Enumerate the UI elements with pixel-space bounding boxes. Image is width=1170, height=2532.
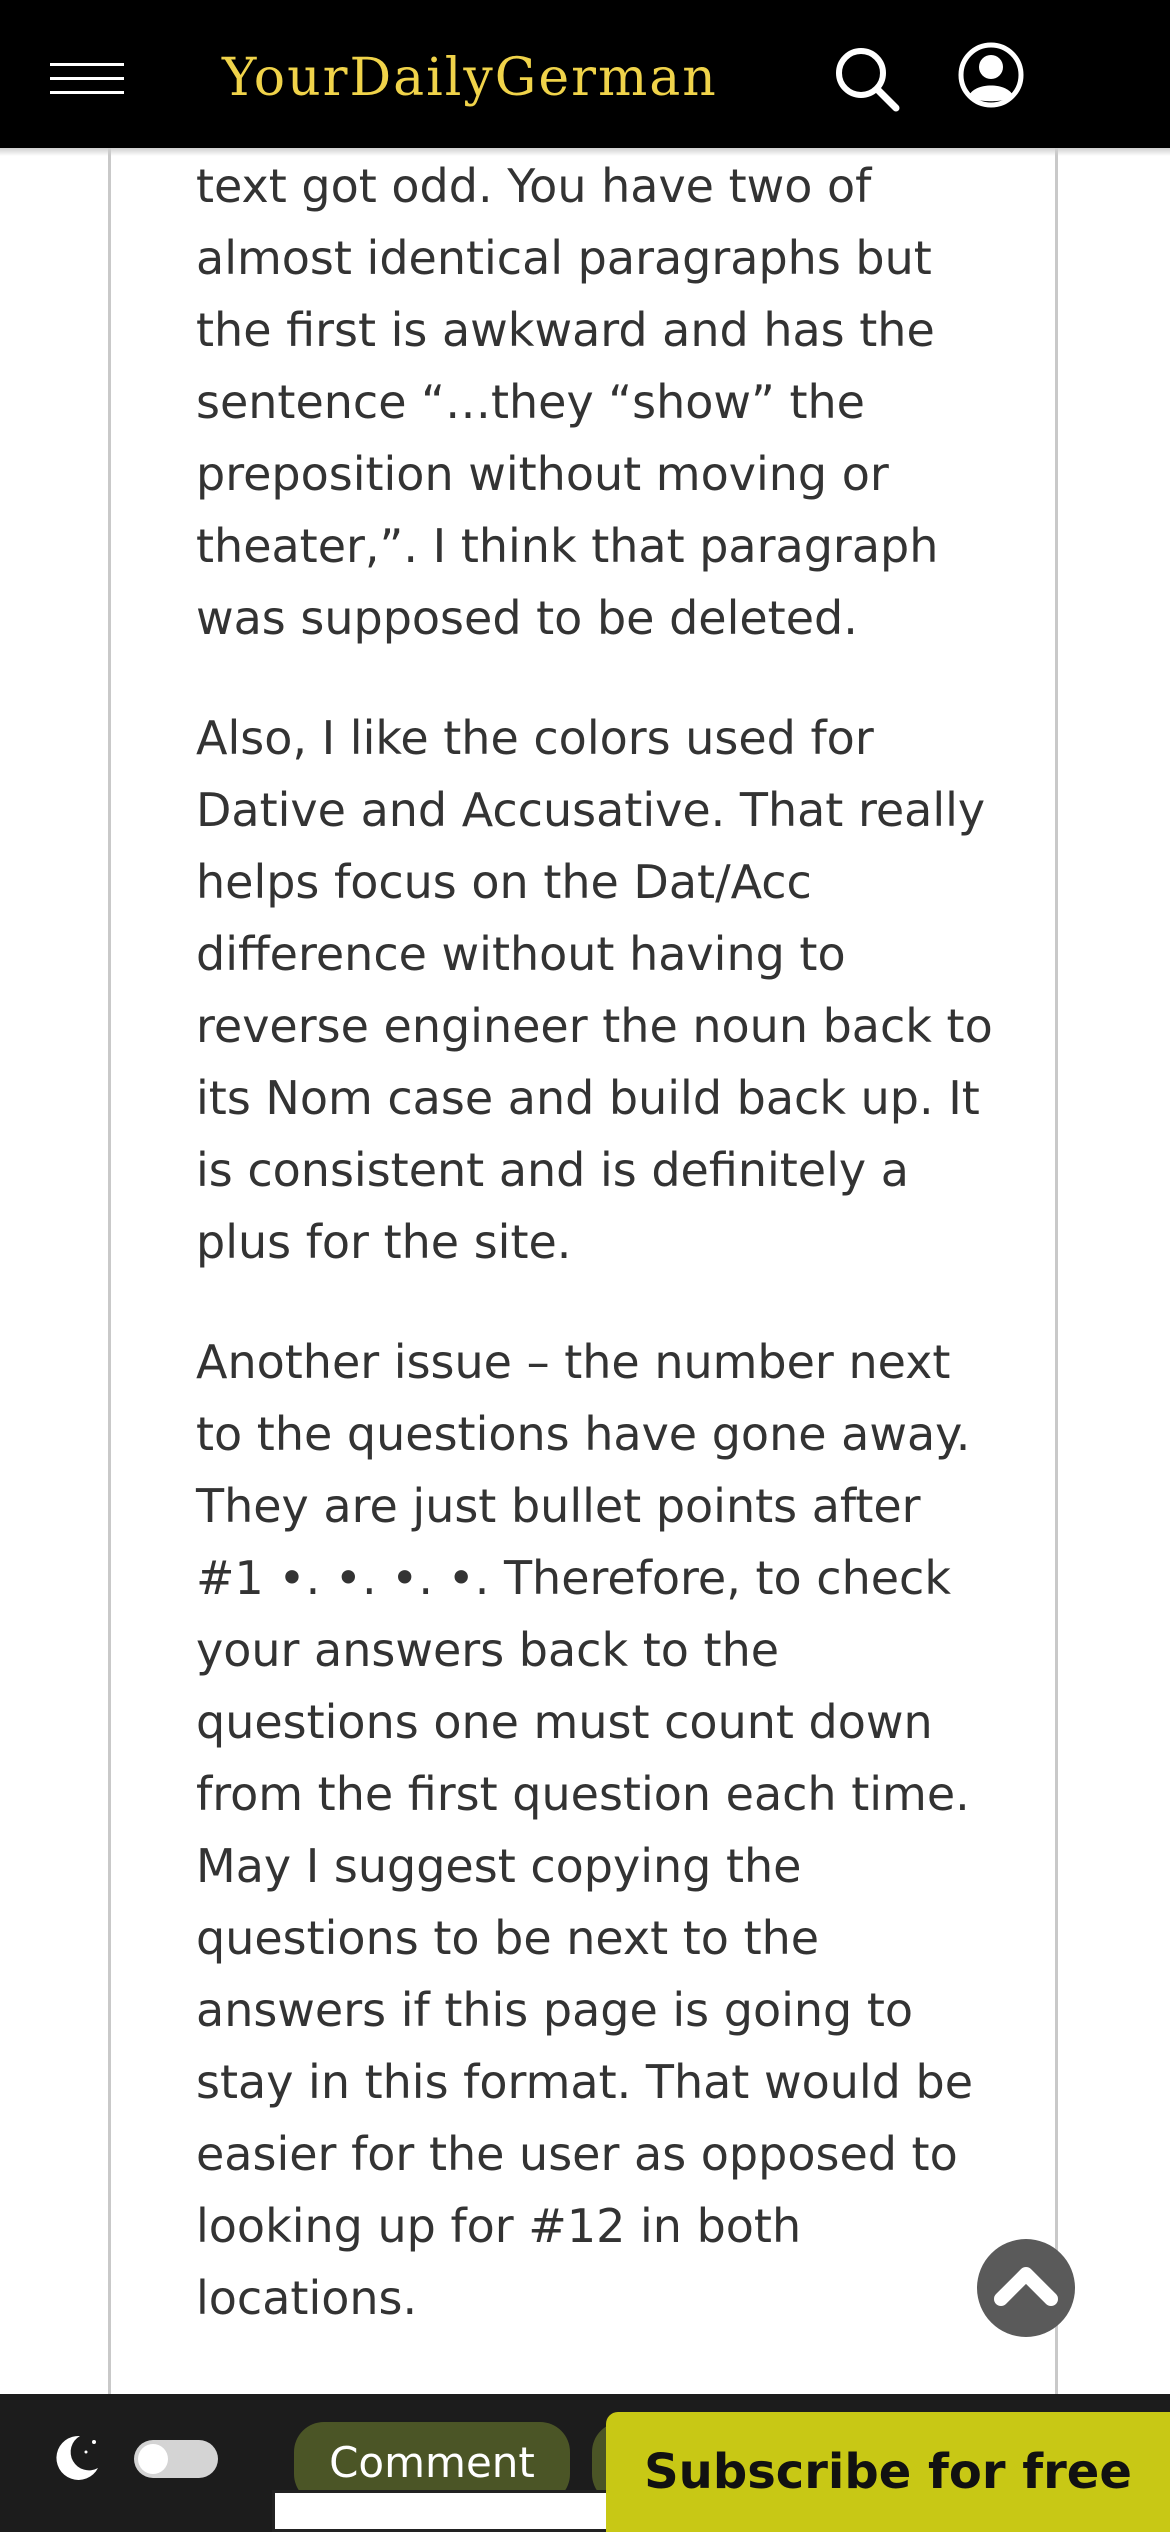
header-shadow: [0, 148, 1170, 156]
subscribe-button[interactable]: Subscribe for free: [606, 2412, 1170, 2532]
comment-input-edge[interactable]: [272, 2490, 612, 2532]
comment-paragraph: Also, I like the colors used for Dative …: [196, 711, 993, 1269]
comment-paragraph: Another issue – the number next to the q…: [196, 1335, 973, 2325]
bottom-action-bar: Comment Subscribe for free: [0, 2394, 1170, 2532]
chevron-up-icon: [994, 2267, 1058, 2306]
dark-mode-toggle[interactable]: [134, 2440, 218, 2478]
site-logo[interactable]: YourDailyGerman: [222, 48, 718, 108]
scroll-to-top-button[interactable]: [977, 2239, 1075, 2337]
toggle-knob: [138, 2444, 168, 2474]
user-account-icon[interactable]: [956, 40, 1026, 110]
search-icon[interactable]: [832, 44, 902, 114]
comment-paragraph: text got odd. You have two of almost ide…: [196, 159, 939, 645]
moon-icon: [46, 2428, 106, 2488]
hamburger-menu-icon[interactable]: [50, 60, 124, 100]
comment-body: text got odd. You have two of almost ide…: [196, 150, 996, 2382]
top-header: YourDailyGerman: [0, 0, 1170, 148]
